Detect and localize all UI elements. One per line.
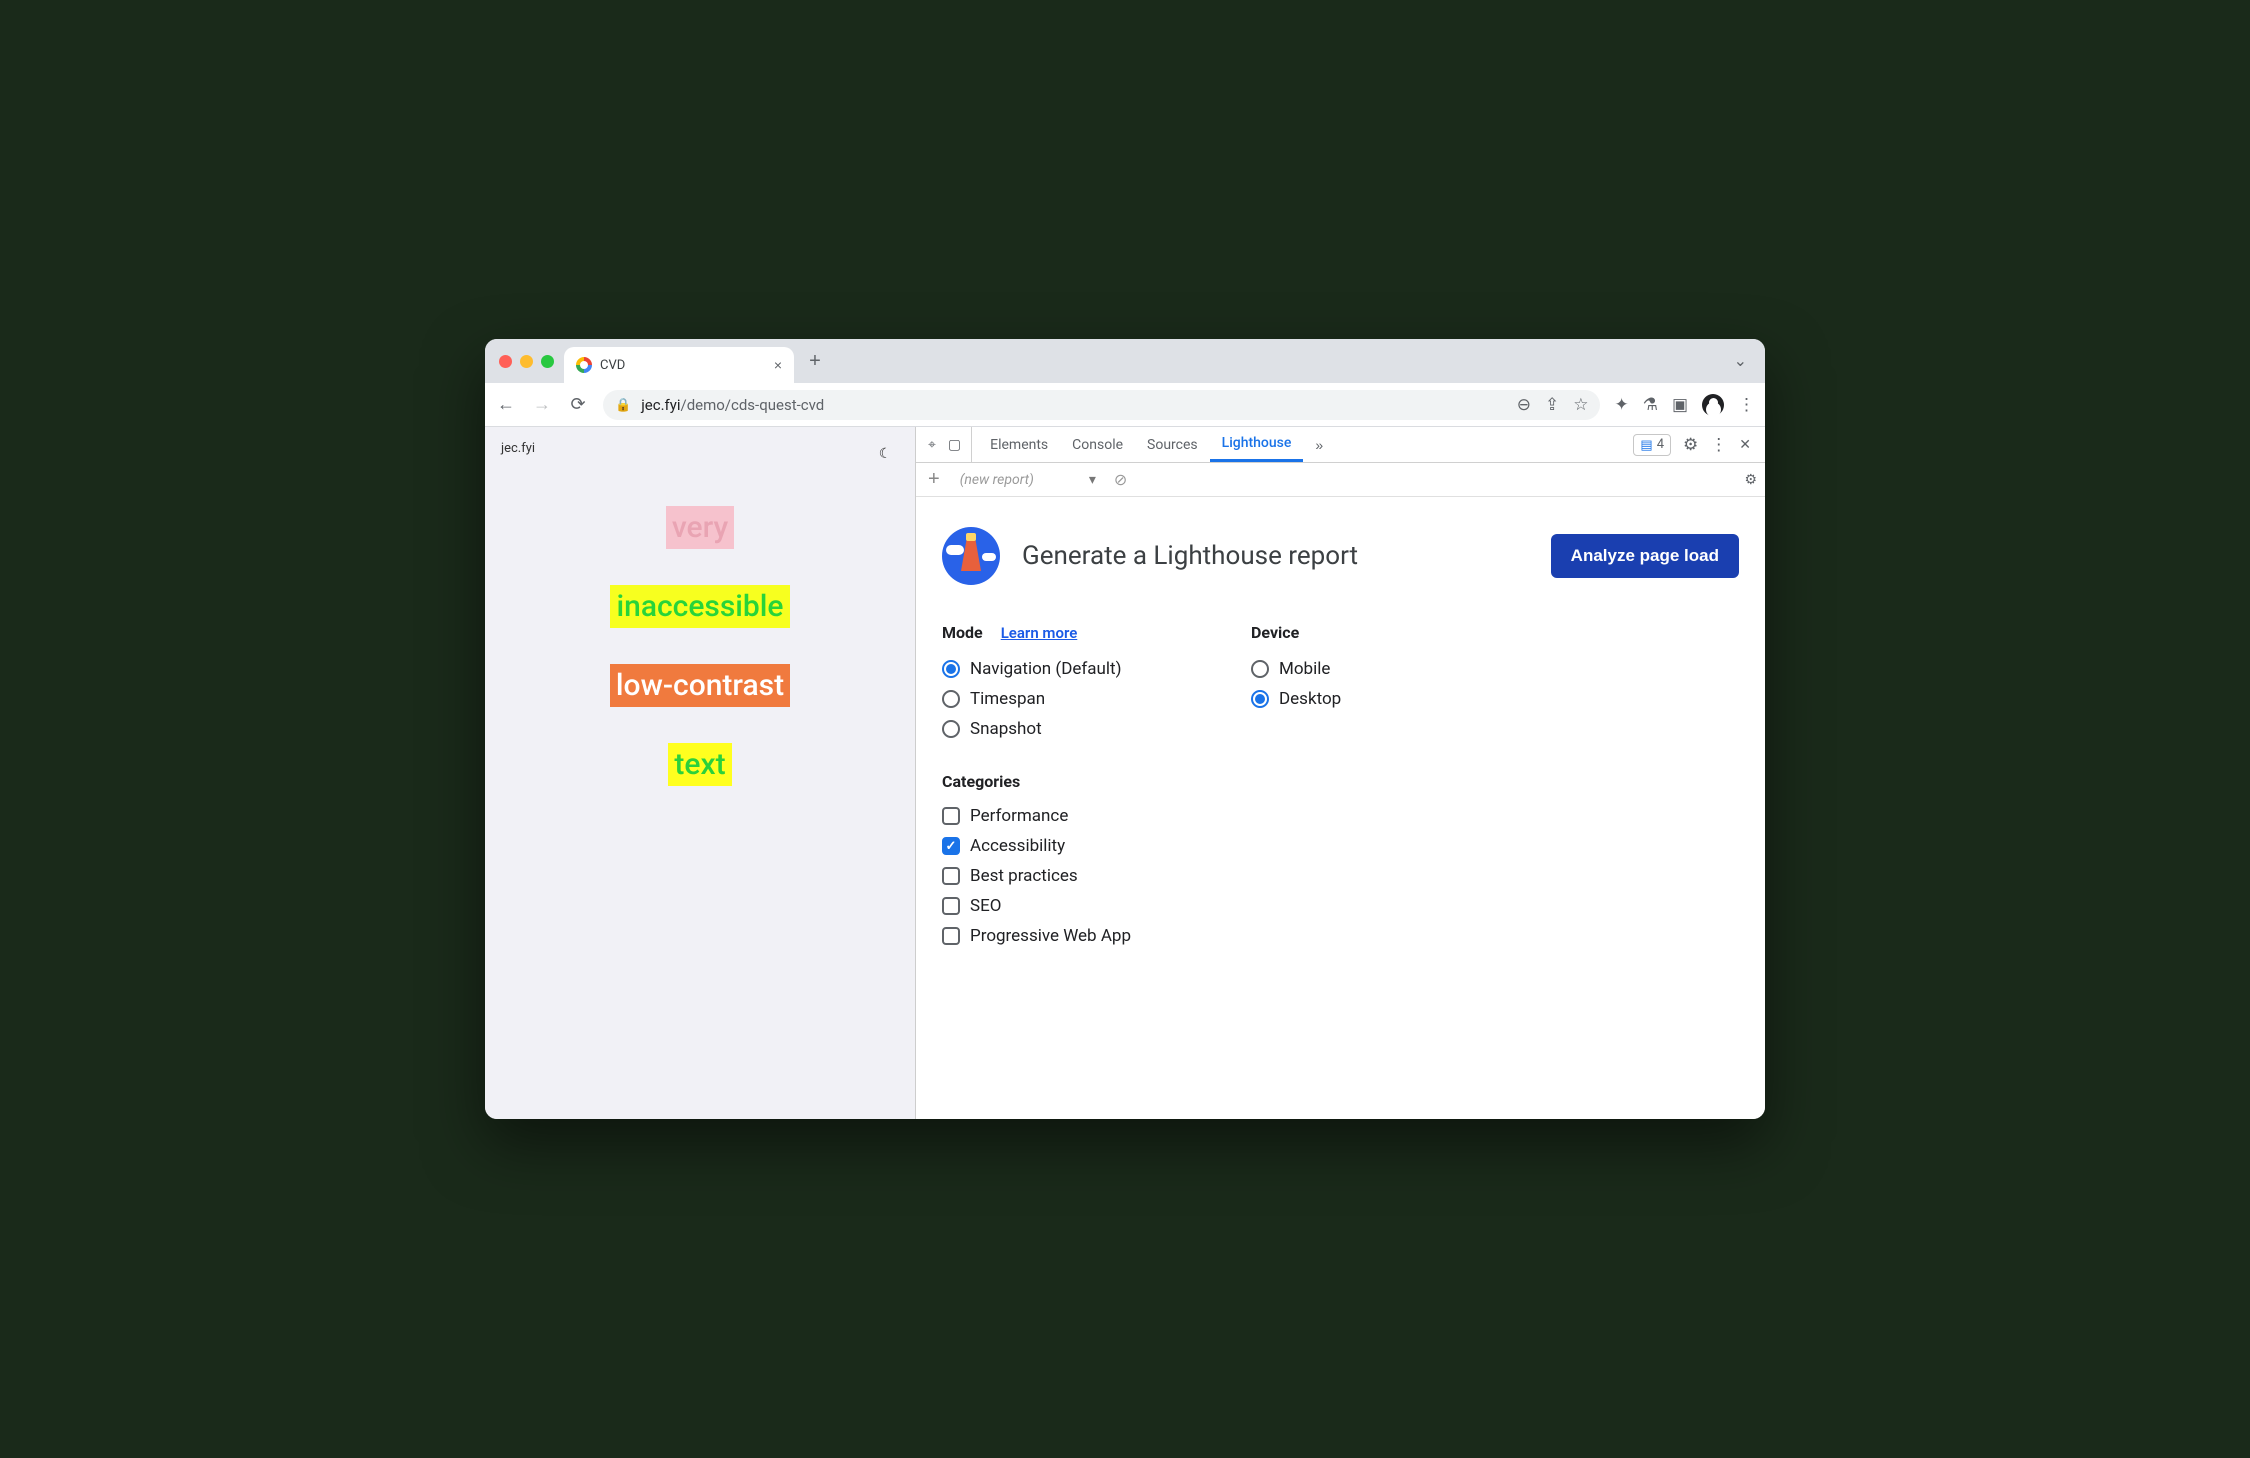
radio-icon (942, 720, 960, 738)
dark-mode-toggle[interactable]: ☾ (873, 441, 897, 465)
lock-icon: 🔒 (615, 397, 631, 413)
lighthouse-header: Generate a Lighthouse report Analyze pag… (942, 527, 1739, 585)
toolbar-icons: ✦ ⚗ ▣ ⋮ (1614, 394, 1755, 416)
devtools-tab-console[interactable]: Console (1060, 427, 1135, 462)
lighthouse-subtoolbar: + (new report) ⊘ ⚙ (916, 463, 1765, 497)
devtools-close-button[interactable]: ✕ (1739, 436, 1751, 453)
category-option[interactable]: Progressive Web App (942, 921, 1131, 951)
mode-heading: Mode (942, 623, 983, 642)
page-site-title: jec.fyi (501, 441, 899, 456)
category-label: Best practices (970, 866, 1078, 886)
share-icon[interactable]: ⇪ (1545, 395, 1559, 415)
page-viewport: jec.fyi ☾ very inaccessible low-contrast te… (485, 427, 915, 1119)
lighthouse-device-column: Device Mobile Desktop (1251, 623, 1341, 951)
category-option[interactable]: Performance (942, 801, 1131, 831)
category-label: Performance (970, 806, 1068, 826)
device-label: Desktop (1279, 689, 1341, 709)
devtools-menu-button[interactable]: ⋮ (1710, 435, 1727, 455)
mode-option[interactable]: Timespan (942, 684, 1131, 714)
checkbox-icon (942, 927, 960, 945)
clear-reports-button[interactable]: ⊘ (1114, 470, 1127, 490)
issues-icon: ▤ (1640, 437, 1652, 453)
device-label: Mobile (1279, 659, 1330, 679)
content-row: jec.fyi ☾ very inaccessible low-contrast te… (485, 427, 1765, 1119)
device-option[interactable]: Mobile (1251, 654, 1341, 684)
demo-word: text (668, 743, 731, 786)
report-selector[interactable]: (new report) (954, 472, 1104, 488)
bookmark-icon[interactable]: ☆ (1573, 395, 1588, 415)
tab-title: CVD (600, 358, 625, 373)
demo-text-stack: very inaccessible low-contrast text (501, 506, 899, 786)
zoom-icon[interactable]: ⊖ (1517, 395, 1531, 415)
category-option[interactable]: SEO (942, 891, 1131, 921)
window-minimize-button[interactable] (520, 355, 533, 368)
favicon-icon (576, 357, 592, 373)
browser-window: CVD × + ⌄ ← → ⟳ 🔒 jec.fyi/demo/cds-quest… (485, 339, 1765, 1119)
radio-icon (1251, 660, 1269, 678)
inspect-element-icon[interactable]: ⌖ (928, 436, 936, 453)
category-label: SEO (970, 896, 1001, 916)
new-tab-button[interactable]: + (800, 346, 830, 376)
demo-word: inaccessible (610, 585, 789, 628)
mode-option[interactable]: Navigation (Default) (942, 654, 1131, 684)
categories-heading: Categories (942, 772, 1020, 791)
device-option[interactable]: Desktop (1251, 684, 1341, 714)
devtools-tab-sources[interactable]: Sources (1135, 427, 1210, 462)
lighthouse-mode-column: Mode Learn more Navigation (Default) Time… (942, 623, 1131, 951)
category-label: Accessibility (970, 836, 1065, 856)
checkbox-icon (942, 867, 960, 885)
devtools-tab-bar: ⌖ ▢ ElementsConsoleSourcesLighthouse » ▤… (916, 427, 1765, 463)
issues-badge[interactable]: ▤ 4 (1633, 434, 1671, 456)
profile-avatar[interactable] (1702, 394, 1724, 416)
devtools-settings-icon[interactable]: ⚙ (1683, 435, 1698, 455)
devtools-pane: ⌖ ▢ ElementsConsoleSourcesLighthouse » ▤… (915, 427, 1765, 1119)
more-tabs-button[interactable]: » (1309, 437, 1329, 453)
category-option[interactable]: Best practices (942, 861, 1131, 891)
checkbox-icon (942, 837, 960, 855)
checkbox-icon (942, 807, 960, 825)
experiments-icon[interactable]: ⚗ (1643, 395, 1658, 415)
devtools-tab-elements[interactable]: Elements (978, 427, 1060, 462)
lighthouse-logo-icon (942, 527, 1000, 585)
browser-menu-button[interactable]: ⋮ (1738, 395, 1755, 415)
demo-word: low-contrast (610, 664, 790, 707)
lighthouse-settings-icon[interactable]: ⚙ (1744, 471, 1757, 488)
mode-option[interactable]: Snapshot (942, 714, 1131, 744)
window-close-button[interactable] (499, 355, 512, 368)
mode-label: Timespan (970, 689, 1045, 709)
window-controls (493, 341, 564, 382)
tabs-overflow-button[interactable]: ⌄ (1734, 351, 1757, 371)
forward-button[interactable]: → (531, 394, 553, 415)
url-text: jec.fyi/demo/cds-quest-cvd (641, 396, 824, 414)
window-maximize-button[interactable] (541, 355, 554, 368)
mode-label: Navigation (Default) (970, 659, 1122, 679)
lighthouse-options: Mode Learn more Navigation (Default) Time… (942, 623, 1739, 951)
devtools-tab-lighthouse[interactable]: Lighthouse (1210, 427, 1304, 462)
radio-icon (942, 660, 960, 678)
lighthouse-title: Generate a Lighthouse report (1022, 541, 1529, 571)
mode-label: Snapshot (970, 719, 1042, 739)
device-toolbar-icon[interactable]: ▢ (948, 436, 961, 453)
tab-close-button[interactable]: × (774, 357, 782, 373)
radio-icon (1251, 690, 1269, 708)
radio-icon (942, 690, 960, 708)
category-option[interactable]: Accessibility (942, 831, 1131, 861)
category-label: Progressive Web App (970, 926, 1131, 946)
mode-learn-more-link[interactable]: Learn more (1001, 624, 1078, 642)
device-heading: Device (1251, 623, 1299, 642)
analyze-page-load-button[interactable]: Analyze page load (1551, 534, 1739, 578)
checkbox-icon (942, 897, 960, 915)
issues-count: 4 (1657, 437, 1664, 452)
new-report-button[interactable]: + (924, 468, 944, 491)
extensions-icon[interactable]: ✦ (1614, 395, 1628, 415)
back-button[interactable]: ← (495, 394, 517, 415)
tab-strip: CVD × + ⌄ (485, 339, 1765, 383)
side-panel-icon[interactable]: ▣ (1672, 395, 1688, 415)
browser-tab[interactable]: CVD × (564, 347, 794, 383)
reload-button[interactable]: ⟳ (567, 394, 589, 415)
demo-word: very (666, 506, 734, 549)
browser-toolbar: ← → ⟳ 🔒 jec.fyi/demo/cds-quest-cvd ⊖ ⇪ ☆… (485, 383, 1765, 427)
lighthouse-panel: Generate a Lighthouse report Analyze pag… (916, 497, 1765, 1119)
address-bar[interactable]: 🔒 jec.fyi/demo/cds-quest-cvd ⊖ ⇪ ☆ (603, 390, 1600, 420)
